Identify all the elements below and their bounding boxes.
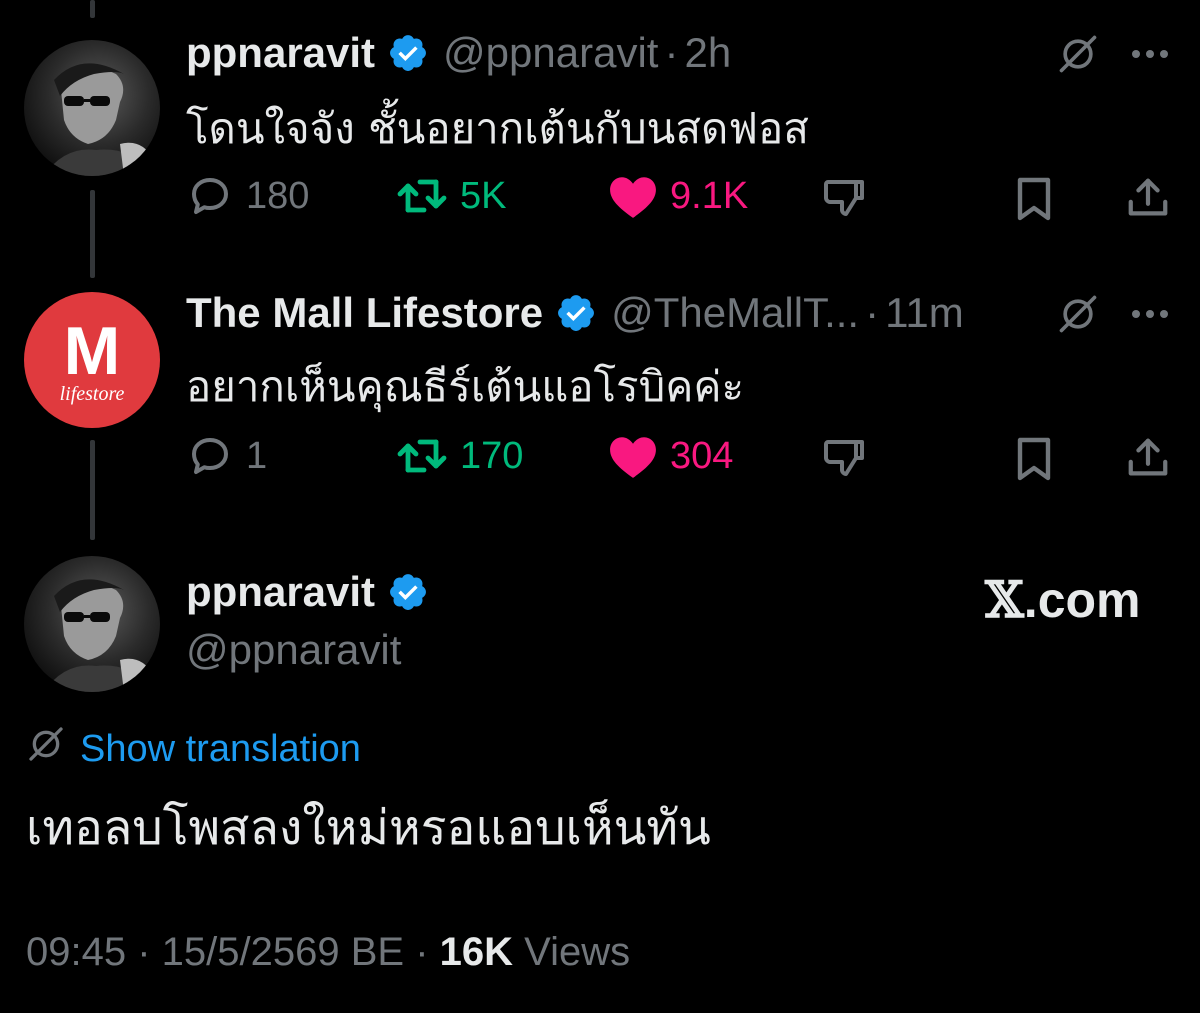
like-count: 304: [670, 434, 734, 477]
tweet-text: โดนใจจัง ชั้นอยากเต้นกับนสดฟอส: [186, 104, 809, 153]
avatar-logo-text: lifestore: [59, 382, 125, 405]
handle[interactable]: @ppnaravit: [443, 29, 658, 77]
retweet-button[interactable]: 170: [396, 432, 523, 480]
separator: ·: [865, 289, 880, 336]
heart-icon: [608, 432, 658, 480]
verified-badge-icon: [387, 32, 429, 74]
reply-icon: [186, 432, 234, 480]
tweet-text: อยากเห็นคุณธีร์เต้นแอโรบิคค่ะ: [186, 362, 745, 411]
post-time[interactable]: 09:45: [26, 930, 126, 974]
share-icon[interactable]: [1122, 432, 1174, 484]
avatar[interactable]: M lifestore: [24, 292, 160, 428]
share-icon[interactable]: [1122, 172, 1174, 224]
tweet-header: The Mall Lifestore @TheMallT... · 11m: [186, 285, 964, 341]
like-button[interactable]: 9.1K: [608, 172, 748, 220]
thread-line-top: [90, 0, 95, 18]
reply-button[interactable]: 1: [186, 432, 267, 480]
retweet-count: 170: [460, 434, 524, 477]
avatar[interactable]: [24, 40, 160, 176]
tweet-header: ppnaravit @ppnaravit · 2h: [186, 25, 731, 81]
avatar-logo-letter: M: [63, 312, 121, 389]
display-name[interactable]: ppnaravit: [186, 29, 375, 77]
retweet-count: 5K: [460, 174, 507, 217]
views-count: 16K: [439, 930, 514, 974]
reply-count: 1: [246, 434, 268, 477]
verified-badge-icon: [555, 292, 597, 334]
brand-domain: .com: [1023, 572, 1141, 628]
bookmark-icon[interactable]: [1008, 172, 1060, 224]
views-label: Views: [513, 930, 631, 974]
heart-icon: [608, 172, 658, 220]
grok-icon: [26, 724, 66, 774]
separator: ·: [126, 930, 162, 974]
thread-line-1: [90, 190, 95, 278]
display-name[interactable]: The Mall Lifestore: [186, 289, 543, 337]
tweet-meta: 09:45 · 15/5/2569 BE · 16K Views: [26, 930, 630, 975]
retweet-icon: [396, 432, 448, 480]
display-name[interactable]: ppnaravit: [186, 568, 375, 616]
post-date[interactable]: 15/5/2569 BE: [162, 930, 404, 974]
x-logo: 𝕏: [985, 570, 1024, 629]
grok-icon[interactable]: [1054, 30, 1102, 78]
thread-line-2: [90, 440, 95, 540]
retweet-button[interactable]: 5K: [396, 172, 506, 220]
separator: ·: [404, 930, 440, 974]
verified-badge-icon: [387, 571, 429, 613]
dislike-icon[interactable]: [818, 432, 870, 484]
bookmark-icon[interactable]: [1008, 432, 1060, 484]
author-handle-row: @ppnaravit: [186, 622, 401, 678]
avatar[interactable]: [24, 556, 160, 692]
grok-icon[interactable]: [1054, 290, 1102, 338]
show-translation-label: Show translation: [80, 727, 361, 770]
like-count: 9.1K: [670, 174, 749, 217]
author-name-row: ppnaravit: [186, 564, 443, 620]
brand-watermark: 𝕏.com: [985, 570, 1141, 629]
separator: ·: [664, 29, 679, 76]
tweet-text: เทอลบโพสลงใหม่หรอแอบเห็นทัน: [26, 800, 711, 856]
like-button[interactable]: 304: [608, 432, 733, 480]
show-translation-link[interactable]: Show translation: [26, 724, 361, 774]
timestamp[interactable]: 2h: [684, 29, 731, 77]
dislike-icon[interactable]: [818, 172, 870, 224]
more-icon[interactable]: [1128, 34, 1172, 74]
timestamp[interactable]: 11m: [885, 289, 964, 337]
reply-icon: [186, 172, 234, 220]
more-icon[interactable]: [1128, 294, 1172, 334]
handle[interactable]: @ppnaravit: [186, 626, 401, 674]
reply-count: 180: [246, 174, 310, 217]
reply-button[interactable]: 180: [186, 172, 309, 220]
handle[interactable]: @TheMallT...: [611, 289, 859, 337]
retweet-icon: [396, 172, 448, 220]
